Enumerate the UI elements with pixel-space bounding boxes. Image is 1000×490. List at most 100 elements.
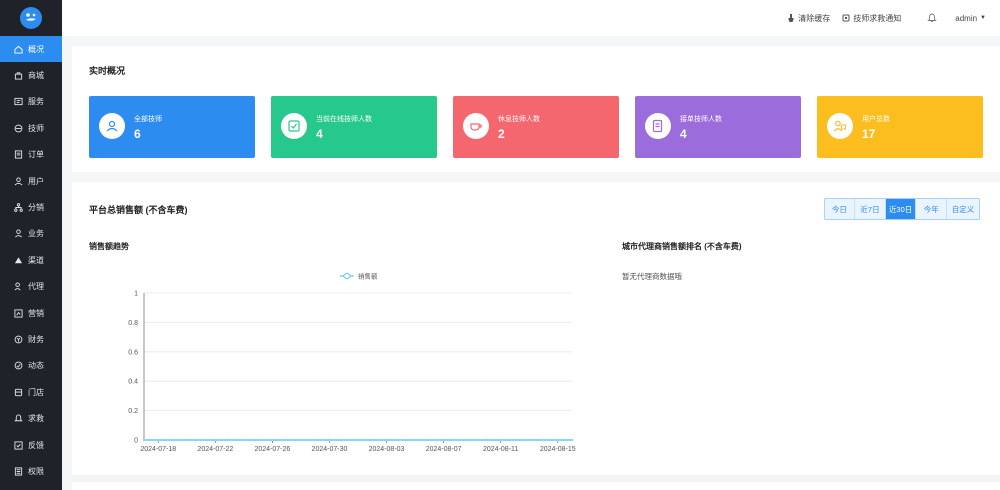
sidebar-item-label: 求救: [28, 414, 44, 424]
overview-title: 实时概况: [89, 66, 126, 76]
sidebar-item-9[interactable]: 代理: [0, 274, 62, 300]
tech-help-label: 技师求救通知: [853, 13, 902, 23]
data-point: [228, 438, 231, 442]
sidebar-item-label: 商城: [28, 71, 44, 81]
range-button-2[interactable]: 近30日: [885, 199, 917, 219]
data-point: [171, 438, 174, 442]
data-point: [214, 438, 217, 442]
stat-card-value: 4: [680, 127, 687, 141]
date-range-selector: 今日 近7日 近30日 今年 自定义: [823, 198, 980, 220]
y-tick-label: 0: [134, 438, 138, 445]
sidebar-item-12[interactable]: 动态: [0, 353, 62, 379]
stat-card-value: 6: [134, 127, 141, 141]
sidebar-item-6[interactable]: 分销: [0, 194, 62, 220]
sidebar-item-0[interactable]: 概况: [0, 36, 62, 63]
range-button-4[interactable]: 自定义: [947, 199, 979, 219]
sales-panel: 平台总销售额 (不含车费) 今日 近7日 近30日 今年 自定义 销售额趋势 城市代理商…: [72, 182, 1000, 475]
sidebar-item-10[interactable]: 营销: [0, 300, 62, 326]
sidebar-item-label: 订单: [28, 150, 44, 160]
sidebar-item-label: 技师: [28, 123, 44, 133]
data-point: [528, 438, 531, 442]
distribution-icon: [14, 203, 23, 212]
stat-card-3[interactable]: 接单技师人数 4: [635, 96, 801, 158]
stat-card-0[interactable]: 全部技师 6: [89, 96, 255, 158]
sidebar-item-15[interactable]: 反馈: [0, 432, 62, 458]
alarm-icon: [842, 14, 850, 22]
data-point: [413, 438, 417, 442]
business-icon: [14, 229, 23, 238]
data-point: [456, 438, 460, 442]
data-point: [499, 438, 502, 442]
range-button-0[interactable]: 今日: [824, 199, 856, 219]
sidebar-item-label: 用户: [28, 176, 44, 186]
user-menu[interactable]: admin ▼: [955, 14, 986, 23]
clear-cache-button[interactable]: 清除缓存: [787, 13, 830, 24]
sidebar-item-8[interactable]: 渠道: [0, 247, 62, 273]
sidebar-item-7[interactable]: 业务: [0, 221, 62, 247]
data-point: [399, 438, 402, 442]
x-tick-label: 2024-08-03: [369, 446, 405, 453]
y-tick-label: 0.6: [128, 349, 138, 356]
data-point: [371, 438, 374, 442]
sidebar-item-11[interactable]: 财务: [0, 326, 62, 352]
x-tick-label: 2024-08-11: [483, 446, 518, 453]
clear-cache-label: 清除缓存: [798, 13, 831, 23]
marketing-icon: [14, 309, 23, 318]
tech-help-button[interactable]: 技师求救通知: [842, 13, 901, 24]
agent-icon: [14, 282, 23, 291]
sidebar-item-3[interactable]: 技师: [0, 115, 62, 141]
sidebar-item-label: 分销: [28, 203, 44, 213]
x-tick-label: 2024-07-22: [197, 446, 233, 453]
sidebar-item-label: 权限: [28, 466, 44, 476]
data-point: [285, 438, 288, 442]
feedback-icon: [14, 440, 23, 450]
sidebar-item-label: 渠道: [28, 255, 44, 265]
sidebar-item-16[interactable]: 权限: [0, 458, 62, 484]
sidebar-item-14[interactable]: 求救: [0, 405, 62, 431]
stat-card-value: 17: [862, 127, 876, 141]
data-point: [157, 438, 160, 442]
sidebar-item-1[interactable]: 商城: [0, 62, 62, 88]
data-point: [199, 438, 203, 442]
x-tick-label: 2024-07-18: [140, 446, 176, 453]
broom-icon: [788, 14, 794, 22]
data-point: [142, 438, 146, 442]
data-point: [570, 438, 574, 442]
data-point: [428, 438, 431, 442]
sales-trend-chart: 0 0.2 0.4 0.6 0.8 1 2024-07-18 2024-07-22 2024-0…: [128, 272, 576, 454]
sidebar-item-5[interactable]: 用户: [0, 168, 62, 194]
user-icon: [14, 177, 23, 186]
bell-icon: [927, 13, 937, 22]
technician-icon: [14, 124, 23, 133]
sidebar-item-label: 业务: [28, 229, 44, 239]
ranking-empty-text: 暂无代理商数据哦: [622, 272, 682, 281]
sidebar-item-label: 门店: [28, 387, 44, 397]
stat-cards: 全部技师 6 当前在线技师人数 4 休息技师人数 2 接单技师人数 4 用户总数 17: [89, 96, 983, 158]
stat-card-label: 休息技师人数: [498, 116, 540, 123]
data-point: [271, 438, 274, 442]
permission-icon: [14, 467, 23, 476]
data-point: [356, 438, 360, 442]
sidebar-item-2[interactable]: 服务: [0, 89, 62, 115]
bottom-panel: [72, 482, 1000, 490]
range-button-1[interactable]: 近7日: [855, 199, 886, 219]
technician-group-icon: [99, 113, 125, 139]
y-tick-label: 0.4: [128, 379, 138, 386]
logo-icon: [20, 7, 42, 29]
sidebar-nav: 概况商城服务技师订单用户分销业务渠道代理营销 财务 动态门店求救反馈权限: [0, 36, 62, 485]
home-icon: [14, 45, 23, 54]
stat-card-1[interactable]: 当前在线技师人数 4: [271, 96, 437, 158]
data-point: [470, 438, 474, 442]
sidebar-item-label: 代理: [28, 282, 44, 292]
app-logo[interactable]: [0, 0, 62, 36]
sidebar-item-13[interactable]: 门店: [0, 379, 62, 405]
data-point: [314, 438, 317, 442]
stat-card-4[interactable]: 用户总数 17: [817, 96, 983, 158]
data-point: [185, 438, 189, 442]
sidebar: 概况商城服务技师订单用户分销业务渠道代理营销 财务 动态门店求救反馈权限: [0, 0, 62, 490]
sidebar-item-4[interactable]: 订单: [0, 142, 62, 168]
stat-card-2[interactable]: 休息技师人数 2: [453, 96, 619, 158]
x-tick-label: 2024-08-15: [540, 446, 576, 453]
notification-button[interactable]: [927, 13, 937, 23]
range-button-3[interactable]: 今年: [916, 199, 947, 219]
